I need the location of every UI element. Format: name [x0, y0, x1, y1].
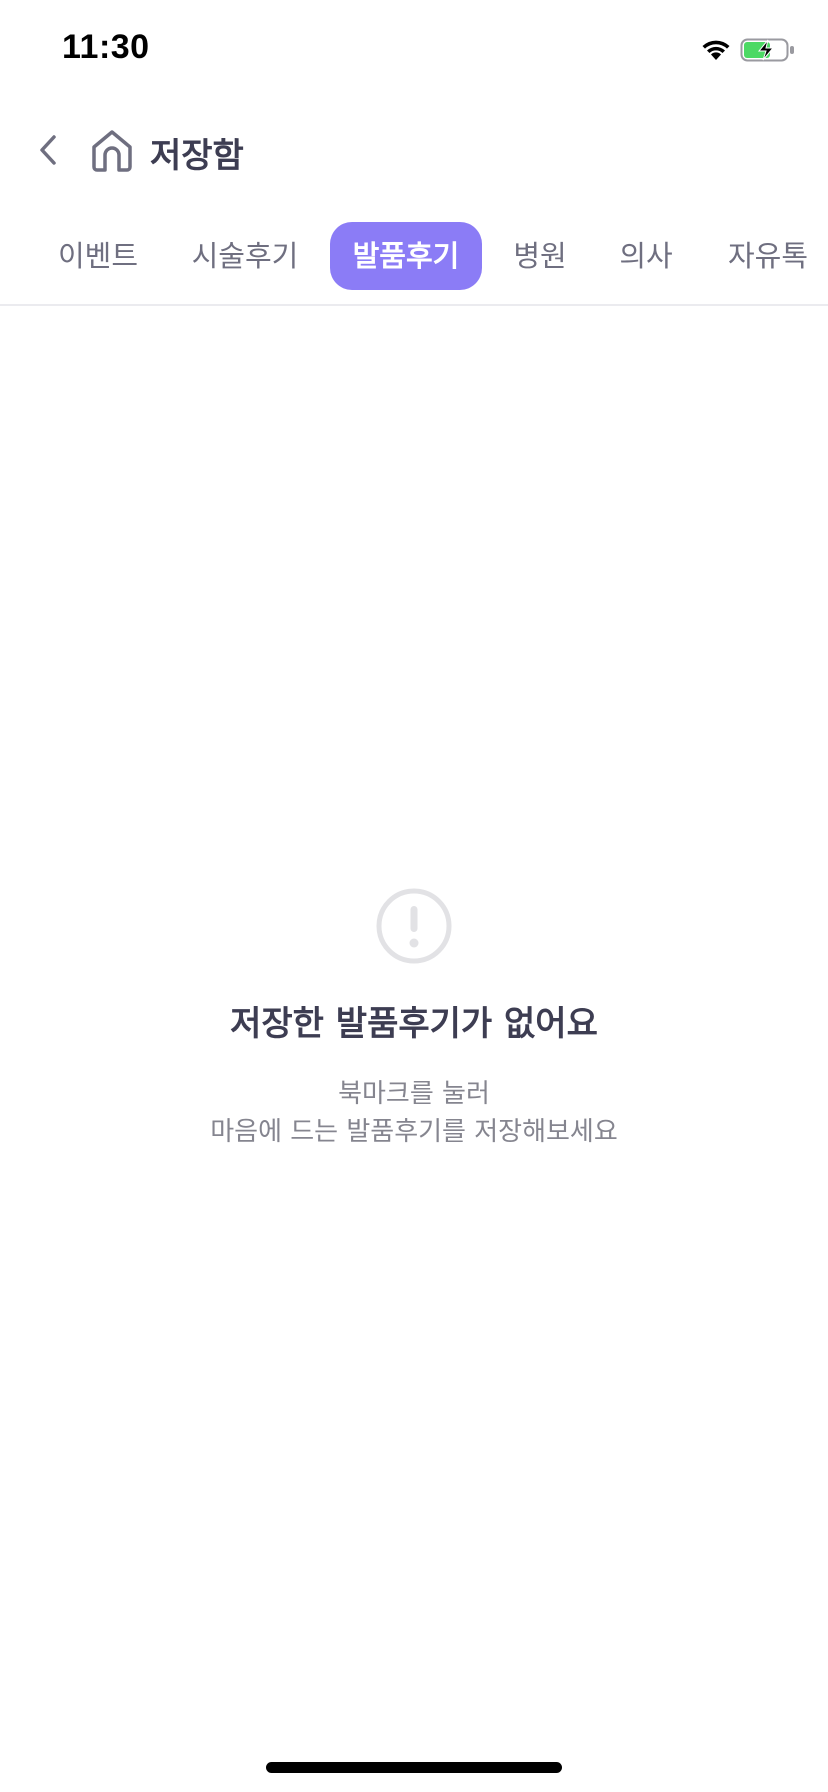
home-indicator[interactable]: [266, 1762, 562, 1773]
category-tabs: 이벤트 시술후기 발품후기 병원 의사 자유톡: [0, 218, 828, 294]
empty-description: 북마크를 눌러 마음에 드는 발품후기를 저장해보세요: [0, 1075, 828, 1151]
status-time: 11:30: [62, 28, 150, 66]
tab-free-talk[interactable]: 자유톡: [718, 222, 818, 290]
tabs-divider: [0, 304, 828, 306]
wifi-icon: [702, 40, 730, 60]
status-bar: 11:30: [0, 0, 828, 100]
empty-state: 저장한 발품후기가 없어요 북마크를 눌러 마음에 드는 발품후기를 저장해보세…: [0, 886, 828, 1151]
tab-visit-review[interactable]: 발품후기: [330, 222, 482, 290]
tab-doctor[interactable]: 의사: [606, 222, 686, 290]
empty-title: 저장한 발품후기가 없어요: [230, 1004, 598, 1044]
alert-circle-icon: [376, 888, 452, 964]
battery-icon: [740, 38, 794, 62]
empty-desc-line1: 북마크를 눌러: [338, 1079, 490, 1109]
back-button[interactable]: [28, 124, 68, 176]
home-icon: [92, 130, 132, 172]
tab-procedure-review[interactable]: 시술후기: [182, 222, 308, 290]
tab-hospital[interactable]: 병원: [500, 222, 580, 290]
nav-bar: 저장함: [0, 110, 828, 190]
tab-event[interactable]: 이벤트: [42, 222, 154, 290]
chevron-left-icon: [40, 135, 56, 165]
page-title: 저장함: [150, 136, 244, 176]
home-button[interactable]: [88, 124, 136, 176]
empty-desc-line2: 마음에 드는 발품후기를 저장해보세요: [210, 1117, 618, 1147]
